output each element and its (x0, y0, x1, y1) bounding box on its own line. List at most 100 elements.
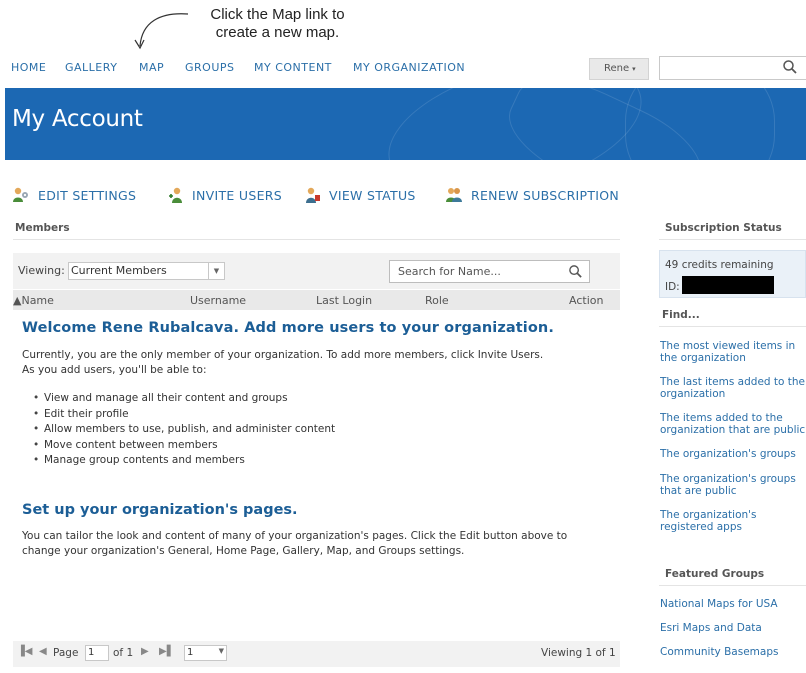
page-number-input[interactable]: 1 (85, 645, 109, 661)
nav-gallery[interactable]: GALLERY (65, 61, 117, 74)
featured-groups-title: Featured Groups (665, 568, 765, 580)
find-link-most-viewed[interactable]: The most viewed items in the organizatio… (660, 340, 806, 364)
link-line: organization (660, 388, 726, 400)
nav-home[interactable]: HOME (11, 61, 46, 74)
edit-settings-icon (13, 187, 28, 202)
members-title: Members (15, 222, 70, 234)
list-item: View and manage all their content and gr… (33, 391, 335, 407)
chevron-down-icon: ▼ (218, 647, 224, 655)
column-header-name[interactable]: ▲Name (13, 294, 54, 307)
column-header-action: Action (569, 294, 604, 307)
chevron-down-icon[interactable]: ▼ (208, 263, 224, 279)
invite-users-button[interactable]: INVITE USERS (168, 186, 282, 204)
viewing-select-value: Current Members (71, 264, 167, 277)
link-line: The organization's groups (660, 448, 796, 460)
edit-settings-label: EDIT SETTINGS (38, 187, 137, 203)
find-link-registered-apps[interactable]: The organization's registered apps (660, 509, 806, 533)
find-link-public-items[interactable]: The items added to the organization that… (660, 412, 806, 436)
viewing-count: Viewing 1 of 1 (541, 647, 616, 659)
setup-line: You can tailor the look and content of m… (22, 530, 568, 542)
list-item: Allow members to use, publish, and admin… (33, 422, 335, 438)
search-icon[interactable] (782, 59, 798, 75)
user-name: Rene (604, 63, 630, 74)
page-banner: My Account (5, 88, 806, 160)
page-size-value: 1 (187, 647, 194, 658)
list-item: Manage group contents and members (33, 453, 335, 469)
members-pager: ▐◀ ◀ Page 1 of 1 ▶ ▶▌ 1 ▼ Viewing 1 of 1 (13, 641, 620, 667)
top-nav: HOME GALLERY MAP GROUPS MY CONTENT MY OR… (0, 56, 806, 82)
last-page-icon[interactable]: ▶▌ (159, 646, 174, 657)
link-line: registered apps (660, 521, 742, 533)
find-link-last-added[interactable]: The last items added to the organization (660, 376, 806, 400)
intro-line: Currently, you are the only member of yo… (22, 349, 544, 361)
subscription-status-title: Subscription Status (665, 222, 782, 234)
find-title: Find... (662, 309, 700, 321)
member-search-input[interactable]: Search for Name... (389, 260, 590, 283)
featured-group-link[interactable]: National Maps for USA (660, 598, 806, 610)
link-line: The organization's (660, 509, 757, 521)
link-line: organization that are public (660, 424, 806, 436)
annotation-arrow (134, 13, 189, 50)
previous-page-icon[interactable]: ◀ (39, 646, 47, 657)
members-filter-bar: Viewing: Current Members ▼ Search for Na… (13, 253, 620, 289)
link-line: The organization's groups (660, 473, 796, 485)
view-status-icon (306, 187, 320, 203)
intro-line: As you add users, you'll be able to: (22, 364, 207, 376)
column-header-last-login[interactable]: Last Login (316, 294, 372, 307)
view-status-label: VIEW STATUS (329, 187, 416, 203)
column-header-role[interactable]: Role (425, 294, 449, 307)
next-page-icon[interactable]: ▶ (141, 646, 149, 657)
annotation-line-2: create a new map. (215, 24, 340, 41)
find-link-public-groups[interactable]: The organization's groups that are publi… (660, 473, 806, 497)
intro-text: Currently, you are the only member of yo… (22, 348, 543, 378)
find-link-groups[interactable]: The organization's groups (660, 448, 806, 460)
setup-line: change your organization's General, Home… (22, 545, 465, 557)
list-item: Move content between members (33, 438, 335, 454)
org-id-label: ID: (665, 281, 680, 293)
edit-settings-button[interactable]: EDIT SETTINGS (12, 186, 136, 204)
setup-text: You can tailor the look and content of m… (22, 529, 567, 559)
global-search-input[interactable] (659, 56, 806, 80)
banner-map-texture (625, 88, 775, 160)
members-table-header: ▲Name Username Last Login Role Action (13, 290, 620, 310)
invite-users-icon (169, 187, 182, 203)
link-line: The items added to the (660, 412, 783, 424)
column-header-username[interactable]: Username (190, 294, 246, 307)
list-item: Edit their profile (33, 407, 335, 423)
page-label: Page (53, 647, 79, 659)
setup-heading: Set up your organization's pages. (22, 502, 298, 518)
page-size-select[interactable]: 1 ▼ (184, 645, 227, 661)
renew-subscription-button[interactable]: RENEW SUBSCRIPTION (445, 186, 619, 204)
credits-remaining: 49 credits remaining (665, 259, 774, 271)
page-title: My Account (12, 106, 143, 132)
divider (13, 239, 620, 240)
nav-my-organization[interactable]: MY ORGANIZATION (353, 61, 465, 74)
divider (659, 239, 806, 240)
member-search-placeholder: Search for Name... (398, 265, 501, 278)
annotation-line-1: Click the Map link to (210, 6, 345, 23)
user-menu-button[interactable]: Rene ▾ (589, 58, 649, 80)
divider (659, 585, 806, 586)
search-icon[interactable] (568, 264, 583, 279)
link-line: The last items added to the (660, 376, 806, 388)
renew-subscription-icon (446, 188, 462, 202)
org-id-redacted (682, 276, 774, 294)
annotation-text: Click the Map link to create a new map. (190, 6, 365, 42)
page-of-label: of 1 (113, 647, 134, 659)
nav-map[interactable]: MAP (139, 61, 164, 74)
view-status-button[interactable]: VIEW STATUS (304, 186, 416, 204)
welcome-heading: Welcome Rene Rubalcava. Add more users t… (22, 320, 554, 336)
link-line: the organization (660, 352, 746, 364)
capabilities-list: View and manage all their content and gr… (33, 391, 335, 469)
nav-groups[interactable]: GROUPS (185, 61, 235, 74)
featured-group-link[interactable]: Esri Maps and Data (660, 622, 806, 634)
viewing-select[interactable]: Current Members ▼ (68, 262, 225, 280)
invite-users-label: INVITE USERS (192, 187, 282, 203)
featured-group-link[interactable]: Community Basemaps (660, 646, 806, 658)
renew-subscription-label: RENEW SUBSCRIPTION (471, 187, 620, 203)
nav-my-content[interactable]: MY CONTENT (254, 61, 332, 74)
viewing-label: Viewing: (18, 264, 65, 277)
divider (659, 326, 806, 327)
subscription-status-box: 49 credits remaining ID: (659, 250, 806, 298)
first-page-icon[interactable]: ▐◀ (17, 646, 32, 657)
